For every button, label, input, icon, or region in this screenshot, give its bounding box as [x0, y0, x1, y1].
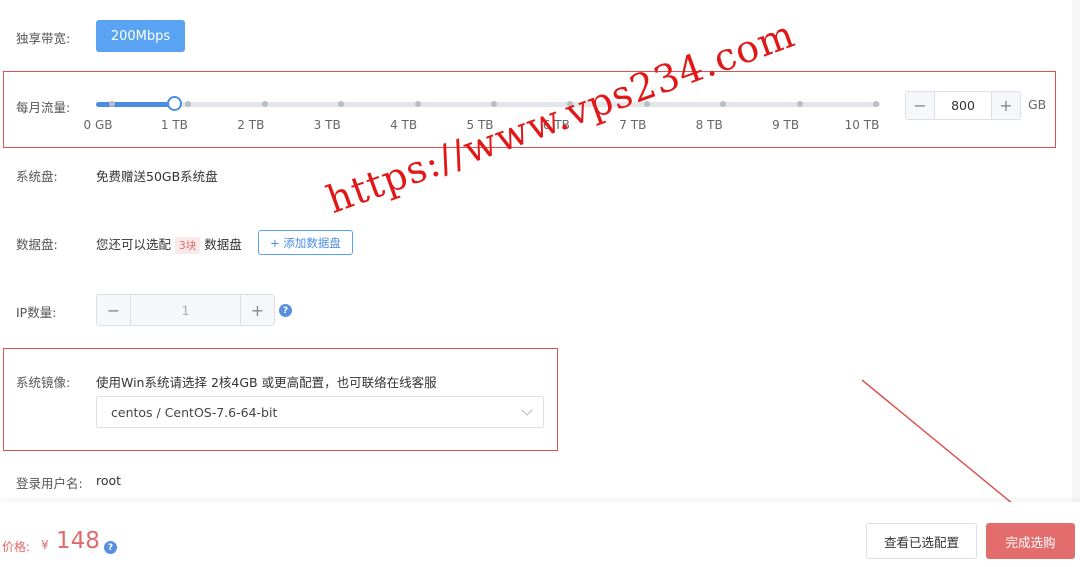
- traffic-slider-fill: [96, 102, 174, 107]
- bandwidth-200mbps-button[interactable]: 200Mbps: [96, 20, 185, 52]
- traffic-tick-label: 9 TB: [772, 118, 800, 132]
- traffic-slider-stop[interactable]: [796, 101, 803, 107]
- ip-decrement-button[interactable]: −: [97, 295, 130, 325]
- traffic-slider-stop[interactable]: [720, 101, 727, 107]
- traffic-slider-stop[interactable]: [873, 101, 879, 107]
- login-value: root: [96, 473, 122, 488]
- price-help-icon[interactable]: ?: [104, 541, 117, 554]
- view-config-button[interactable]: 查看已选配置: [866, 523, 977, 559]
- ip-count-input[interactable]: 1: [130, 295, 241, 325]
- traffic-slider-stop[interactable]: [491, 101, 497, 107]
- price-value: 148: [56, 528, 100, 554]
- image-label: 系统镜像:: [16, 375, 71, 390]
- traffic-stepper: − 800 +: [905, 91, 1021, 120]
- traffic-slider-stop[interactable]: [261, 101, 268, 107]
- traffic-slider-stop[interactable]: [185, 101, 192, 107]
- add-data-disk-button[interactable]: + 添加数据盘: [258, 230, 353, 255]
- traffic-tick-label: 3 TB: [313, 118, 341, 132]
- traffic-slider-stop[interactable]: [109, 101, 115, 107]
- traffic-tick-label: 1 TB: [160, 118, 188, 132]
- traffic-label: 每月流量:: [16, 100, 71, 115]
- image-hint: 使用Win系统请选择 2核4GB 或更高配置，也可联络在线客服: [96, 375, 437, 390]
- data-disk-count-badge: 3块: [175, 237, 201, 254]
- complete-purchase-button[interactable]: 完成选购: [986, 523, 1075, 559]
- price-label: 价格:: [2, 540, 31, 554]
- image-select[interactable]: centos / CentOS-7.6-64-bit: [96, 396, 544, 428]
- data-disk-text: 您还可以选配 3块 数据盘: [96, 234, 242, 254]
- ip-increment-button[interactable]: +: [241, 295, 274, 325]
- traffic-tick-label: 7 TB: [619, 118, 647, 132]
- chevron-down-icon: [521, 404, 533, 416]
- traffic-value-input[interactable]: 800: [934, 92, 992, 119]
- traffic-slider[interactable]: [96, 96, 880, 111]
- traffic-tick-label: 4 TB: [390, 118, 418, 132]
- traffic-slider-stop[interactable]: [414, 101, 421, 107]
- system-disk-text: 免费赠送50GB系统盘: [96, 169, 218, 184]
- data-disk-prefix: 您还可以选配: [96, 237, 172, 252]
- system-disk-label: 系统盘:: [16, 169, 58, 184]
- traffic-tick-label: 0 GB: [83, 118, 113, 132]
- traffic-increment-button[interactable]: +: [992, 92, 1020, 119]
- traffic-slider-handle[interactable]: [167, 96, 182, 111]
- ip-help-icon[interactable]: ?: [279, 304, 292, 317]
- login-label: 登录用户名:: [16, 476, 83, 491]
- bandwidth-label: 独享带宽:: [16, 31, 71, 46]
- data-disk-suffix: 数据盘: [204, 237, 242, 252]
- currency-symbol: ¥: [41, 538, 49, 552]
- traffic-tick-label: 2 TB: [237, 118, 265, 132]
- data-disk-label: 数据盘:: [16, 237, 58, 252]
- ip-stepper: − 1 +: [96, 294, 275, 326]
- traffic-tick-label: 8 TB: [695, 118, 723, 132]
- traffic-slider-stop[interactable]: [338, 101, 345, 107]
- page-scrollbar[interactable]: [1072, 0, 1080, 502]
- traffic-unit: GB: [1028, 97, 1047, 112]
- traffic-decrement-button[interactable]: −: [906, 92, 934, 119]
- traffic-tick-label: 10 TB: [844, 118, 880, 132]
- image-selected-value: centos / CentOS-7.6-64-bit: [111, 404, 278, 420]
- ip-label: IP数量:: [16, 305, 57, 320]
